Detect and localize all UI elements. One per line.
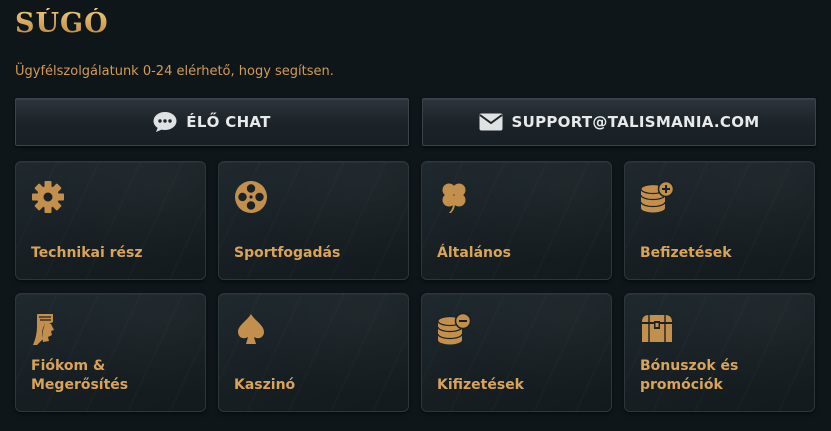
- email-support-label: SUPPORT@TALISMANIA.COM: [511, 113, 760, 131]
- spade-icon: [234, 312, 268, 346]
- live-chat-button[interactable]: ÉLŐ CHAT: [15, 98, 409, 146]
- category-label: Általános: [437, 245, 511, 261]
- category-label: Kifizetések: [437, 377, 524, 393]
- category-account-verification[interactable]: Fiókom & Megerősítés: [15, 293, 206, 412]
- chat-bubble-icon: [153, 111, 177, 133]
- category-withdrawals[interactable]: Kifizetések: [421, 293, 612, 412]
- category-sports-betting[interactable]: Sportfogadás: [218, 161, 409, 280]
- pharaoh-icon: [31, 312, 65, 346]
- category-deposits[interactable]: Befizetések: [624, 161, 815, 280]
- help-page: SÚGÓ Ügyfélszolgálatunk 0-24 elérhető, h…: [0, 0, 831, 431]
- category-label: Kaszinó: [234, 377, 296, 393]
- film-reel-icon: [234, 180, 268, 214]
- category-casino[interactable]: Kaszinó: [218, 293, 409, 412]
- category-label: Fiókom & Megerősítés: [31, 358, 129, 393]
- category-bonuses-promotions[interactable]: Bónuszok és promóciók: [624, 293, 815, 412]
- category-label: Bónuszok és promóciók: [640, 358, 739, 393]
- coins-minus-icon: [437, 312, 471, 346]
- live-chat-label: ÉLŐ CHAT: [186, 113, 271, 131]
- clover-icon: [437, 180, 471, 214]
- category-technical[interactable]: Technikai rész: [15, 161, 206, 280]
- contact-row: ÉLŐ CHAT SUPPORT@TALISMANIA.COM: [15, 98, 816, 146]
- email-support-button[interactable]: SUPPORT@TALISMANIA.COM: [422, 98, 816, 146]
- category-general[interactable]: Általános: [421, 161, 612, 280]
- page-subtitle: Ügyfélszolgálatunk 0-24 elérhető, hogy s…: [15, 64, 334, 79]
- gear-icon: [31, 180, 65, 214]
- treasure-chest-icon: [640, 312, 674, 346]
- category-label: Sportfogadás: [234, 245, 341, 261]
- page-title: SÚGÓ: [15, 8, 109, 39]
- category-label: Technikai rész: [31, 245, 143, 261]
- envelope-icon: [478, 113, 503, 131]
- category-label: Befizetések: [640, 245, 732, 261]
- category-grid: Technikai rész Sportfogadás Általános Be…: [15, 161, 815, 412]
- coins-plus-icon: [640, 180, 674, 214]
